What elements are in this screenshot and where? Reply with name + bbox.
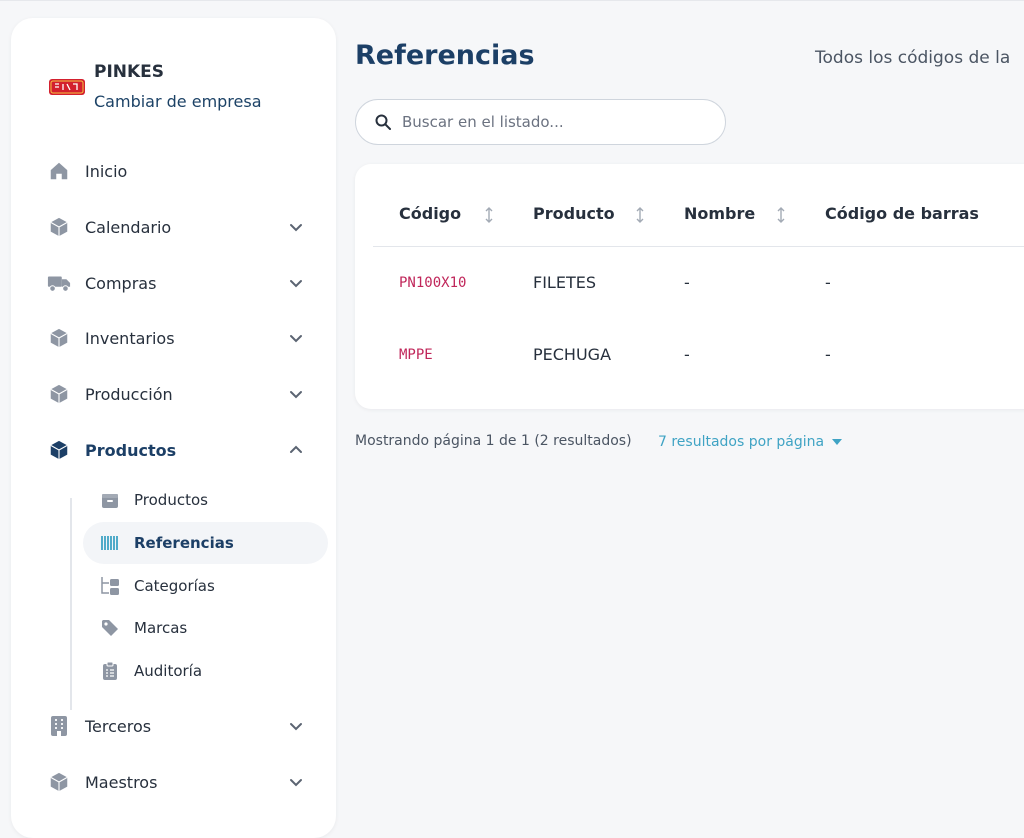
submenu-guide-line bbox=[70, 498, 72, 710]
switch-company-link[interactable]: Cambiar de empresa bbox=[94, 92, 262, 111]
cell-producto: FILETES bbox=[533, 273, 596, 292]
search-box[interactable] bbox=[355, 99, 726, 145]
sidebar-item-productos[interactable]: Productos bbox=[47, 432, 307, 468]
submenu-item-productos[interactable]: Productos bbox=[83, 479, 328, 521]
cube-icon bbox=[47, 770, 71, 794]
sidebar-item-calendario[interactable]: Calendario bbox=[47, 209, 307, 245]
chevron-up-icon[interactable] bbox=[285, 439, 307, 461]
page-description: Todos los códigos de la bbox=[815, 48, 1011, 68]
table-header-divider bbox=[373, 246, 1024, 247]
cube-icon bbox=[47, 326, 71, 350]
sidebar-item-label: Maestros bbox=[85, 772, 158, 792]
barcode-icon bbox=[99, 532, 121, 554]
page-title: Referencias bbox=[355, 40, 535, 71]
sidebar-item-label: Calendario bbox=[85, 217, 172, 237]
submenu-item-label: Auditoría bbox=[134, 662, 203, 680]
submenu-item-label: Categorías bbox=[134, 577, 215, 595]
per-page-select[interactable]: 7 resultados por página bbox=[658, 434, 843, 450]
chevron-down-icon[interactable] bbox=[285, 715, 307, 737]
submenu-item-label: Productos bbox=[134, 491, 208, 509]
cell-codigo-barras: - bbox=[825, 273, 831, 292]
cell-nombre: - bbox=[684, 345, 690, 364]
company-name: PINKES bbox=[94, 62, 165, 82]
cube-icon bbox=[47, 438, 71, 462]
box-icon bbox=[99, 489, 121, 511]
building-icon bbox=[47, 714, 71, 738]
cell-producto: PECHUGA bbox=[533, 345, 612, 364]
table-row[interactable]: PN100X10 FILETES - - bbox=[355, 254, 1024, 314]
chevron-down-icon[interactable] bbox=[285, 327, 307, 349]
sidebar: PINKES Cambiar de empresa Inicio Calenda… bbox=[11, 18, 336, 838]
sort-icon[interactable] bbox=[483, 206, 495, 224]
references-table: Código Producto Nombre Código de barras … bbox=[355, 164, 1024, 409]
sidebar-item-label: Productos bbox=[85, 440, 177, 460]
column-header-nombre[interactable]: Nombre bbox=[684, 204, 755, 223]
chevron-down-icon[interactable] bbox=[285, 771, 307, 793]
caret-down-icon bbox=[832, 439, 843, 445]
truck-icon bbox=[47, 271, 71, 295]
top-border bbox=[0, 0, 1024, 1]
submenu-item-label: Referencias bbox=[134, 534, 234, 552]
sidebar-item-maestros[interactable]: Maestros bbox=[47, 764, 307, 800]
chevron-down-icon[interactable] bbox=[285, 216, 307, 238]
clipboard-icon bbox=[99, 660, 121, 682]
sidebar-item-compras[interactable]: Compras bbox=[47, 265, 307, 301]
tag-icon bbox=[99, 617, 121, 639]
sidebar-item-label: Compras bbox=[85, 273, 157, 293]
search-icon bbox=[375, 114, 391, 130]
sidebar-item-inventarios[interactable]: Inventarios bbox=[47, 320, 307, 356]
submenu-item-label: Marcas bbox=[134, 619, 188, 637]
sidebar-item-label: Inicio bbox=[85, 161, 128, 181]
submenu-item-auditoria[interactable]: Auditoría bbox=[83, 650, 328, 692]
cube-icon bbox=[47, 382, 71, 406]
table-row[interactable]: MPPE PECHUGA - - bbox=[355, 326, 1024, 386]
cell-codigo: PN100X10 bbox=[399, 275, 467, 291]
tree-icon bbox=[99, 575, 121, 597]
submenu-item-marcas[interactable]: Marcas bbox=[83, 607, 328, 649]
cell-codigo-barras: - bbox=[825, 345, 831, 364]
cube-icon bbox=[47, 215, 71, 239]
company-logo bbox=[49, 79, 85, 95]
cell-nombre: - bbox=[684, 273, 690, 292]
submenu-item-categorias[interactable]: Categorías bbox=[83, 565, 328, 607]
submenu-item-referencias[interactable]: Referencias bbox=[83, 522, 328, 564]
per-page-label: 7 resultados por página bbox=[658, 434, 825, 450]
column-header-codigo-barras[interactable]: Código de barras bbox=[825, 204, 979, 223]
chevron-down-icon[interactable] bbox=[285, 383, 307, 405]
sidebar-item-produccion[interactable]: Producción bbox=[47, 376, 307, 412]
sidebar-item-terceros[interactable]: Terceros bbox=[47, 708, 307, 744]
column-header-codigo[interactable]: Código bbox=[399, 204, 461, 223]
sort-icon[interactable] bbox=[775, 206, 787, 224]
home-icon bbox=[47, 159, 71, 183]
sort-icon[interactable] bbox=[634, 206, 646, 224]
sidebar-item-inicio[interactable]: Inicio bbox=[47, 153, 307, 189]
column-header-producto[interactable]: Producto bbox=[533, 204, 615, 223]
sidebar-item-label: Inventarios bbox=[85, 328, 175, 348]
search-input[interactable] bbox=[400, 112, 704, 132]
chevron-down-icon[interactable] bbox=[285, 272, 307, 294]
sidebar-item-label: Terceros bbox=[85, 716, 152, 736]
cell-codigo: MPPE bbox=[399, 347, 433, 363]
sidebar-item-label: Producción bbox=[85, 384, 173, 404]
pagination-info: Mostrando página 1 de 1 (2 resultados) bbox=[355, 433, 632, 449]
company-header: PINKES Cambiar de empresa bbox=[48, 62, 308, 122]
